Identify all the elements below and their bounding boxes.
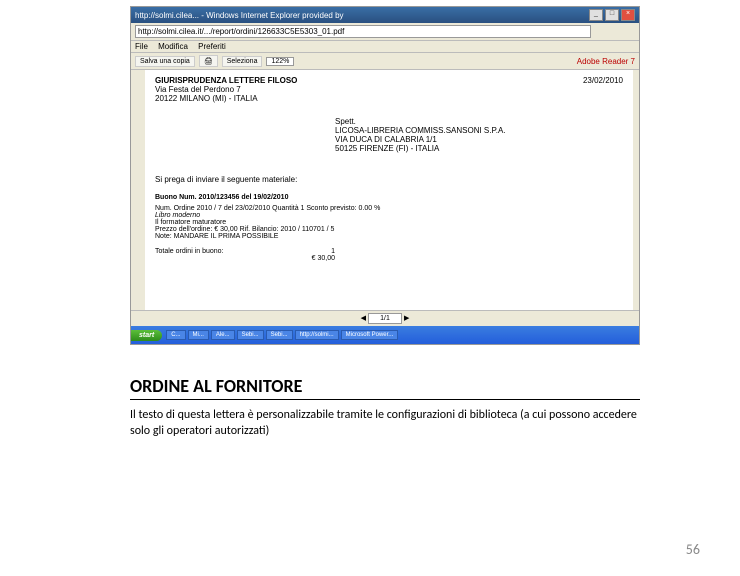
pdf-page: GIURISPRUDENZA LETTERE FILOSO Via Festa …	[131, 70, 639, 310]
order-line-1: Num. Ordine 2010 / 7 del 23/02/2010 Quan…	[155, 205, 623, 212]
pdf-toolbar: Salva una copia 🖨 Seleziona 122% Adobe R…	[131, 53, 639, 70]
total-price: € 30,00	[285, 255, 335, 262]
save-copy-button[interactable]: Salva una copia	[135, 56, 195, 67]
letter-body: Si prega di inviare il seguente material…	[155, 175, 623, 184]
sender-address-2: 20122 MILANO (MI) - ITALIA	[155, 94, 297, 103]
adobe-label: Adobe Reader 7	[577, 57, 635, 66]
order-line-4: Prezzo dell'ordine: € 30,00 Rif. Bilanci…	[155, 226, 623, 233]
windows-taskbar: start C... Mi... Ale... Sebi... Sebi... …	[131, 326, 639, 344]
slide-title: ORDINE AL FORNITORE	[130, 375, 640, 400]
buono-line: Buono Num. 2010/123456 del 19/02/2010	[155, 194, 623, 201]
pdf-next-button[interactable]: ▶	[404, 315, 409, 322]
document-date: 23/02/2010	[583, 76, 623, 103]
url-input[interactable]	[135, 25, 591, 38]
task-item[interactable]: Mi...	[188, 330, 209, 340]
zoom-level[interactable]: 122%	[266, 57, 294, 66]
window-titlebar: http://solmi.cilea... - Windows Internet…	[131, 7, 639, 23]
task-item[interactable]: http://solmi...	[295, 330, 339, 340]
print-button[interactable]: 🖨	[199, 55, 218, 67]
total-label: Totale ordini in buono:	[155, 248, 285, 255]
maximize-button[interactable]: □	[605, 9, 619, 21]
task-item[interactable]: Sebi...	[266, 330, 293, 340]
pdf-page-input[interactable]	[368, 313, 402, 324]
recipient-address-1: VIA DUCA DI CALABRIA 1/1	[335, 135, 623, 144]
task-item[interactable]: Ale...	[211, 330, 235, 340]
recipient-block: Spett. LICOSA-LIBRERIA COMMISS.SANSONI S…	[335, 117, 623, 153]
window-title: http://solmi.cilea... - Windows Internet…	[135, 11, 344, 20]
recipient-spett: Spett.	[335, 117, 623, 126]
total-qty: 1	[285, 248, 335, 255]
task-item[interactable]: Sebi...	[237, 330, 264, 340]
menu-file[interactable]: File	[135, 42, 148, 51]
menu-preferiti[interactable]: Preferiti	[198, 42, 226, 51]
order-section: Buono Num. 2010/123456 del 19/02/2010 Nu…	[155, 194, 623, 240]
order-line-5: Note: MANDARE IL PRIMA POSSIBILE	[155, 233, 623, 240]
browser-screenshot: http://solmi.cilea... - Windows Internet…	[130, 6, 640, 345]
order-line-2: Libro moderno	[155, 212, 623, 219]
select-button[interactable]: Seleziona	[222, 56, 263, 67]
slide-caption: ORDINE AL FORNITORE Il testo di questa l…	[130, 375, 640, 439]
menu-bar: File Modifica Preferiti	[131, 41, 639, 53]
slide-page-number: 56	[686, 541, 700, 558]
minimize-button[interactable]: _	[589, 9, 603, 21]
pdf-prev-button[interactable]: ◀	[361, 315, 366, 322]
task-item[interactable]: Microsoft Power...	[341, 330, 399, 340]
window-controls: _ □ ×	[589, 9, 635, 21]
close-button[interactable]: ×	[621, 9, 635, 21]
pdf-nav-bar: ◀ ▶	[131, 310, 639, 326]
menu-modifica[interactable]: Modifica	[158, 42, 188, 51]
sender-address-1: Via Festa del Perdono 7	[155, 85, 297, 94]
recipient-name: LICOSA-LIBRERIA COMMISS.SANSONI S.P.A.	[335, 126, 623, 135]
start-button[interactable]: start	[131, 330, 162, 341]
recipient-address-2: 50125 FIRENZE (FI) - ITALIA	[335, 144, 623, 153]
totals-block: Totale ordini in buono: 1 € 30,00	[155, 248, 623, 262]
task-item[interactable]: C...	[166, 330, 185, 340]
slide-body: Il testo di questa lettera è personalizz…	[130, 408, 640, 439]
order-line-3: Il formatore maturatore	[155, 219, 623, 226]
address-bar	[131, 23, 639, 41]
sender-name: GIURISPRUDENZA LETTERE FILOSO	[155, 76, 297, 85]
